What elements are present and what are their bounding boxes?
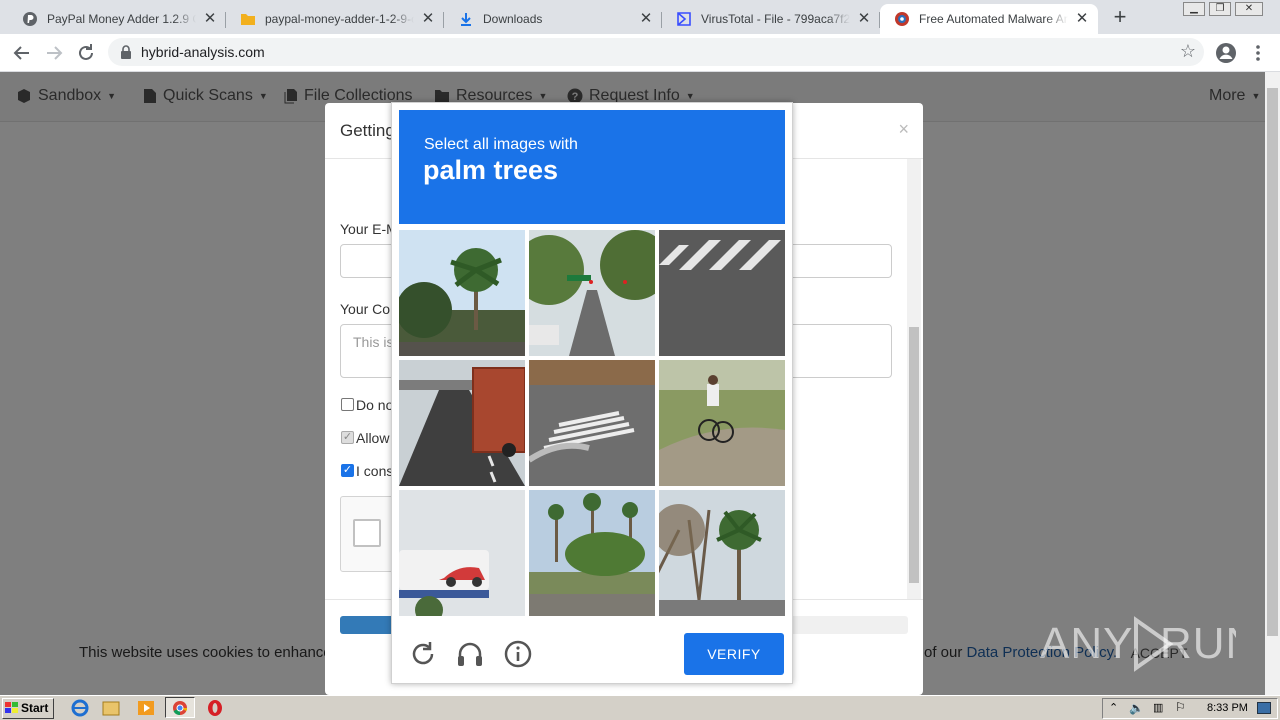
anyrun-logo: ANY RUN [1040, 616, 1257, 672]
svg-text:RUN: RUN [1160, 619, 1236, 668]
challenge-tile[interactable] [659, 490, 785, 616]
tab-title: VirusTotal - File - 799aca7f25d7 [701, 12, 850, 26]
show-desktop-icon[interactable] [1257, 702, 1271, 714]
challenge-tile[interactable] [529, 230, 655, 356]
start-button[interactable]: Start [2, 698, 54, 719]
browser-tab-strip: PayPal Money Adder 1.2.9 Crack ✕ paypal-… [0, 0, 1280, 34]
challenge-tile[interactable] [399, 230, 525, 356]
tab-title: PayPal Money Adder 1.2.9 Crack [47, 12, 196, 26]
browser-tab-active[interactable]: Free Automated Malware Analysis ✕ [880, 4, 1098, 34]
explorer-icon[interactable] [101, 699, 121, 717]
tab-title: Free Automated Malware Analysis [919, 12, 1068, 26]
modal-scrollbar-thumb[interactable] [909, 327, 919, 583]
windows-logo-icon [5, 702, 18, 713]
checkbox-label: Allow [356, 430, 390, 446]
prompt-target: palm trees [423, 155, 559, 185]
tab-title: Downloads [483, 12, 543, 26]
email-label: Your E-M [340, 221, 398, 237]
chrome-taskbar-icon[interactable] [165, 697, 195, 718]
menu-button[interactable] [1246, 41, 1270, 65]
challenge-tile[interactable] [399, 360, 525, 486]
hybrid-analysis-icon [894, 11, 910, 27]
lock-icon [120, 45, 132, 64]
media-player-icon[interactable] [136, 699, 156, 717]
show-hidden-icons-icon[interactable]: ⌃ [1109, 701, 1118, 714]
challenge-tile[interactable] [529, 360, 655, 486]
close-tab-icon[interactable]: ✕ [638, 11, 654, 27]
challenge-prompt: Select all images with palm trees [399, 110, 785, 224]
checkbox-do-not[interactable] [341, 398, 354, 411]
info-icon[interactable] [503, 639, 533, 669]
browser-tab[interactable]: Downloads ✕ [444, 4, 662, 34]
virustotal-icon [676, 11, 692, 27]
start-label: Start [21, 701, 49, 715]
bookmark-star-icon[interactable]: ☆ [1180, 41, 1196, 62]
captcha-challenge: Select all images with palm trees VERIFY [391, 102, 793, 684]
verify-button[interactable]: VERIFY [684, 633, 784, 675]
restore-window-button[interactable]: ❐ [1209, 2, 1231, 16]
close-modal-icon[interactable]: × [898, 119, 909, 140]
modal-title: Getting [340, 121, 395, 140]
challenge-tile[interactable] [399, 490, 525, 616]
paypal-icon [22, 11, 38, 27]
download-icon [458, 11, 474, 27]
taskbar: Start ⌃ 🔈 ▥ ⚐ 8:33 PM [0, 695, 1280, 720]
close-tab-icon[interactable]: ✕ [856, 11, 872, 27]
checkbox-allow: ✓ [341, 431, 354, 444]
reload-icon [79, 44, 93, 60]
new-tab-button[interactable]: + [1108, 6, 1132, 30]
comment-label: Your Cor [340, 301, 395, 317]
page-scrollbar-thumb[interactable] [1267, 88, 1278, 636]
system-tray: ⌃ 🔈 ▥ ⚐ 8:33 PM [1102, 698, 1278, 719]
volume-icon[interactable]: 🔈 [1129, 701, 1144, 715]
ie-icon[interactable] [70, 699, 90, 717]
back-arrow-icon [13, 46, 29, 60]
checkbox-label: Do no [356, 397, 394, 413]
captcha-checkbox[interactable] [353, 519, 381, 547]
reload-button[interactable] [74, 41, 98, 65]
url-text: hybrid-analysis.com [141, 44, 265, 60]
comment-placeholder: This is [353, 334, 394, 350]
close-tab-icon[interactable]: ✕ [1074, 11, 1090, 27]
forward-arrow-icon [47, 46, 63, 60]
forward-button[interactable] [42, 41, 66, 65]
challenge-tile[interactable] [659, 360, 785, 486]
challenge-tile[interactable] [659, 230, 785, 356]
close-tab-icon[interactable]: ✕ [420, 11, 436, 27]
browser-tab[interactable]: VirusTotal - File - 799aca7f25d7 ✕ [662, 4, 880, 34]
browser-tab[interactable]: PayPal Money Adder 1.2.9 Crack ✕ [8, 4, 226, 34]
challenge-tile[interactable] [529, 490, 655, 616]
headphones-icon[interactable] [455, 639, 485, 669]
action-center-flag-icon[interactable]: ⚐ [1175, 700, 1186, 714]
opera-icon[interactable] [205, 699, 225, 717]
network-icon[interactable]: ▥ [1153, 701, 1163, 714]
close-tab-icon[interactable]: ✕ [202, 11, 218, 27]
minimize-window-button[interactable]: ▁ [1183, 2, 1205, 16]
tab-title: paypal-money-adder-1-2-9-crack [265, 12, 414, 26]
address-bar[interactable]: hybrid-analysis.com ☆ [108, 38, 1204, 66]
refresh-icon[interactable] [408, 639, 438, 669]
clock: 8:33 PM [1207, 702, 1248, 714]
svg-text:ANY: ANY [1040, 619, 1133, 668]
back-button[interactable] [10, 41, 34, 65]
account-icon [1216, 43, 1236, 63]
checkbox-consent[interactable]: ✓ [341, 464, 354, 477]
kebab-menu-icon [1256, 45, 1260, 61]
browser-tab[interactable]: paypal-money-adder-1-2-9-crack ✕ [226, 4, 444, 34]
prompt-instruction: Select all images with [424, 136, 578, 153]
watermark: ANY RUN [1040, 612, 1257, 683]
profile-button[interactable] [1214, 41, 1238, 65]
checkbox-label: I cons [356, 463, 394, 479]
close-window-button[interactable]: ✕ [1235, 2, 1263, 16]
folder-icon [240, 11, 256, 27]
